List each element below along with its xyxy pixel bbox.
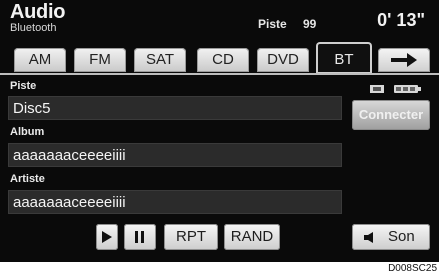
track-number-value: 99 <box>303 17 317 31</box>
album-field-label: Album <box>10 126 45 138</box>
tab-baseline <box>0 73 439 75</box>
tab-bt[interactable]: BT <box>316 42 372 74</box>
track-number-label: Piste <box>258 17 287 31</box>
play-button[interactable] <box>96 224 118 250</box>
arrow-right-icon <box>391 53 417 67</box>
bt-status-indicators <box>370 81 430 93</box>
next-tab-button[interactable] <box>378 48 430 72</box>
tab-dvd[interactable]: DVD <box>257 48 309 72</box>
connect-button[interactable]: Connecter <box>352 100 430 130</box>
random-button[interactable]: RAND <box>224 224 280 250</box>
artist-field-label: Artiste <box>10 173 45 185</box>
audio-screen: Audio Bluetooth Piste 99 0' 13" AM FM SA… <box>0 0 439 262</box>
signal-icon <box>370 85 384 93</box>
sound-button[interactable]: Son <box>352 224 430 250</box>
speaker-icon <box>364 232 373 243</box>
repeat-button[interactable]: RPT <box>164 224 218 250</box>
track-field-label: Piste <box>10 80 37 92</box>
pause-button[interactable] <box>124 224 156 250</box>
tab-fm[interactable]: FM <box>74 48 126 72</box>
artist-name-value: aaaaaaaceeeeiiii <box>8 190 342 214</box>
track-name-value: Disc5 <box>8 96 342 120</box>
tab-cd[interactable]: CD <box>197 48 249 72</box>
album-name-value: aaaaaaaceeeeiiii <box>8 143 342 167</box>
screen-title: Audio <box>10 1 66 23</box>
play-icon <box>102 231 112 243</box>
tab-am[interactable]: AM <box>14 48 66 72</box>
pause-icon <box>135 231 144 243</box>
tab-sat[interactable]: SAT <box>134 48 186 72</box>
battery-icon <box>394 85 421 93</box>
image-reference-code: D008SC25 <box>388 262 437 276</box>
screen-subtitle: Bluetooth <box>10 22 57 34</box>
elapsed-time: 0' 13" <box>377 10 425 30</box>
sound-button-label: Son <box>388 228 415 245</box>
